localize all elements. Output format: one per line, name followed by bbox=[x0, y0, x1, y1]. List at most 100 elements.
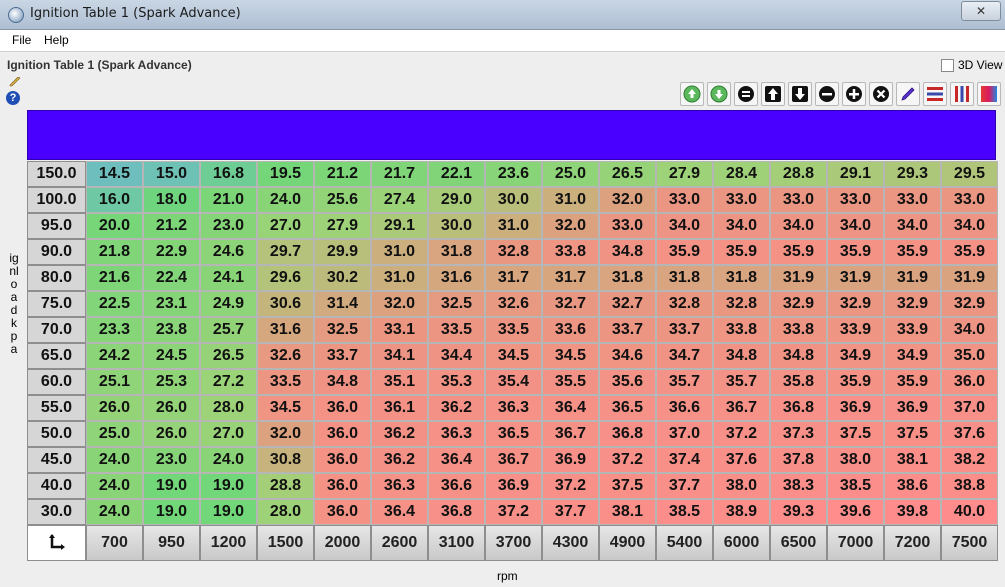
table-cell[interactable]: 32.6 bbox=[257, 343, 314, 369]
table-cell[interactable]: 35.9 bbox=[827, 369, 884, 395]
table-cell[interactable]: 24.2 bbox=[86, 343, 143, 369]
table-cell[interactable]: 31.9 bbox=[827, 265, 884, 291]
rpm-axis-label[interactable]: 6500 bbox=[770, 525, 827, 561]
table-cell[interactable]: 24.5 bbox=[143, 343, 200, 369]
rpm-axis-label[interactable]: 6000 bbox=[713, 525, 770, 561]
load-axis-label[interactable]: 150.0 bbox=[27, 161, 86, 187]
table-cell[interactable]: 25.3 bbox=[143, 369, 200, 395]
table-cell[interactable]: 21.0 bbox=[200, 187, 257, 213]
table-cell[interactable]: 15.0 bbox=[143, 161, 200, 187]
load-axis-label[interactable]: 50.0 bbox=[27, 421, 86, 447]
table-cell[interactable]: 31.8 bbox=[656, 265, 713, 291]
table-cell[interactable]: 24.0 bbox=[86, 473, 143, 499]
table-cell[interactable]: 34.6 bbox=[599, 343, 656, 369]
rpm-axis-label[interactable]: 5400 bbox=[656, 525, 713, 561]
table-cell[interactable]: 33.0 bbox=[941, 187, 998, 213]
table-cell[interactable]: 24.9 bbox=[200, 291, 257, 317]
rpm-axis-label[interactable]: 4300 bbox=[542, 525, 599, 561]
table-cell[interactable]: 34.5 bbox=[485, 343, 542, 369]
table-cell[interactable]: 28.4 bbox=[713, 161, 770, 187]
table-cell[interactable]: 36.9 bbox=[884, 395, 941, 421]
table-cell[interactable]: 31.9 bbox=[884, 265, 941, 291]
table-cell[interactable]: 38.2 bbox=[941, 447, 998, 473]
table-cell[interactable]: 38.1 bbox=[599, 499, 656, 525]
table-cell[interactable]: 36.8 bbox=[770, 395, 827, 421]
table-cell[interactable]: 37.2 bbox=[542, 473, 599, 499]
table-cell[interactable]: 37.3 bbox=[770, 421, 827, 447]
table-cell[interactable]: 37.2 bbox=[599, 447, 656, 473]
table-cell[interactable]: 23.3 bbox=[86, 317, 143, 343]
table-cell[interactable]: 35.9 bbox=[770, 239, 827, 265]
rpm-axis-label[interactable]: 7000 bbox=[827, 525, 884, 561]
load-axis-label[interactable]: 45.0 bbox=[27, 447, 86, 473]
table-cell[interactable]: 31.4 bbox=[314, 291, 371, 317]
table-cell[interactable]: 27.2 bbox=[200, 369, 257, 395]
table-cell[interactable]: 33.5 bbox=[485, 317, 542, 343]
table-cell[interactable]: 27.4 bbox=[371, 187, 428, 213]
table-cell[interactable]: 37.6 bbox=[713, 447, 770, 473]
table-cell[interactable]: 28.8 bbox=[770, 161, 827, 187]
swap-axes-button[interactable] bbox=[27, 525, 86, 561]
table-cell[interactable]: 36.4 bbox=[542, 395, 599, 421]
table-cell[interactable]: 36.0 bbox=[314, 473, 371, 499]
rpm-axis-label[interactable]: 700 bbox=[86, 525, 143, 561]
table-cell[interactable]: 37.8 bbox=[770, 447, 827, 473]
rpm-axis-label[interactable]: 1200 bbox=[200, 525, 257, 561]
table-cell[interactable]: 31.8 bbox=[713, 265, 770, 291]
table-cell[interactable]: 19.0 bbox=[143, 499, 200, 525]
table-cell[interactable]: 36.9 bbox=[485, 473, 542, 499]
table-cell[interactable]: 23.1 bbox=[143, 291, 200, 317]
arrow-down-icon[interactable] bbox=[788, 82, 812, 106]
table-cell[interactable]: 36.4 bbox=[428, 447, 485, 473]
table-cell[interactable]: 29.5 bbox=[941, 161, 998, 187]
table-cell[interactable]: 35.1 bbox=[371, 369, 428, 395]
table-cell[interactable]: 19.0 bbox=[200, 473, 257, 499]
table-cell[interactable]: 33.7 bbox=[656, 317, 713, 343]
equal-icon[interactable] bbox=[734, 82, 758, 106]
table-cell[interactable]: 26.5 bbox=[200, 343, 257, 369]
table-cell[interactable]: 37.2 bbox=[485, 499, 542, 525]
table-cell[interactable]: 33.0 bbox=[713, 187, 770, 213]
horizontal-interpolate-icon[interactable] bbox=[923, 82, 947, 106]
table-cell[interactable]: 36.6 bbox=[428, 473, 485, 499]
table-cell[interactable]: 36.0 bbox=[941, 369, 998, 395]
table-cell[interactable]: 34.8 bbox=[314, 369, 371, 395]
table-cell[interactable]: 36.3 bbox=[428, 421, 485, 447]
table-cell[interactable]: 38.0 bbox=[713, 473, 770, 499]
table-cell[interactable]: 35.4 bbox=[485, 369, 542, 395]
table-cell[interactable]: 32.9 bbox=[884, 291, 941, 317]
table-cell[interactable]: 18.0 bbox=[143, 187, 200, 213]
table-cell[interactable]: 36.2 bbox=[371, 447, 428, 473]
table-cell[interactable]: 21.7 bbox=[371, 161, 428, 187]
table-cell[interactable]: 34.9 bbox=[884, 343, 941, 369]
table-cell[interactable]: 25.6 bbox=[314, 187, 371, 213]
rpm-axis-label[interactable]: 2000 bbox=[314, 525, 371, 561]
table-cell[interactable]: 30.0 bbox=[485, 187, 542, 213]
table-cell[interactable]: 29.6 bbox=[257, 265, 314, 291]
table-cell[interactable]: 39.3 bbox=[770, 499, 827, 525]
load-axis-label[interactable]: 55.0 bbox=[27, 395, 86, 421]
table-cell[interactable]: 37.7 bbox=[656, 473, 713, 499]
table-cell[interactable]: 36.3 bbox=[485, 395, 542, 421]
table-cell[interactable]: 38.3 bbox=[770, 473, 827, 499]
table-cell[interactable]: 33.0 bbox=[770, 187, 827, 213]
table-cell[interactable]: 36.1 bbox=[371, 395, 428, 421]
table-cell[interactable]: 22.1 bbox=[428, 161, 485, 187]
table-cell[interactable]: 33.6 bbox=[542, 317, 599, 343]
table-cell[interactable]: 37.5 bbox=[599, 473, 656, 499]
table-cell[interactable]: 39.6 bbox=[827, 499, 884, 525]
table-cell[interactable]: 32.9 bbox=[941, 291, 998, 317]
table-cell[interactable]: 35.9 bbox=[656, 239, 713, 265]
table-cell[interactable]: 35.5 bbox=[542, 369, 599, 395]
table-cell[interactable]: 28.0 bbox=[257, 499, 314, 525]
table-cell[interactable]: 35.9 bbox=[884, 369, 941, 395]
table-cell[interactable]: 37.0 bbox=[941, 395, 998, 421]
table-cell[interactable]: 33.9 bbox=[827, 317, 884, 343]
table-cell[interactable]: 36.0 bbox=[314, 499, 371, 525]
table-cell[interactable]: 37.6 bbox=[941, 421, 998, 447]
table-cell[interactable]: 32.9 bbox=[770, 291, 827, 317]
rpm-axis-label[interactable]: 3700 bbox=[485, 525, 542, 561]
table-cell[interactable]: 23.8 bbox=[143, 317, 200, 343]
table-cell[interactable]: 32.9 bbox=[827, 291, 884, 317]
pencil-icon[interactable] bbox=[896, 82, 920, 106]
